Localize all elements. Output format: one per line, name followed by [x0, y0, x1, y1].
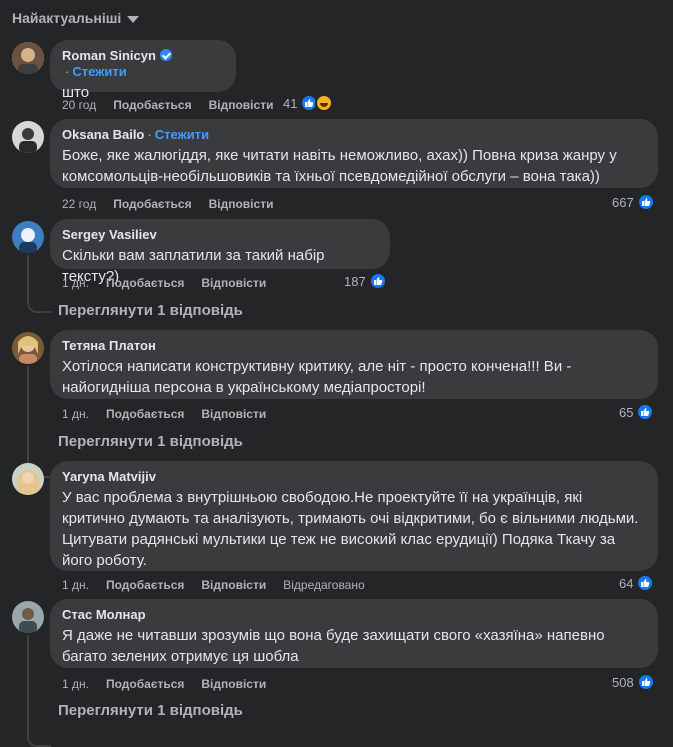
timestamp[interactable]: 1 дн.: [62, 406, 89, 422]
like-button[interactable]: Подобається: [113, 196, 191, 212]
sort-label: Найактуальніші: [12, 10, 122, 26]
haha-reaction-icon: [315, 94, 334, 112]
like-button[interactable]: Подобається: [106, 676, 184, 692]
thread-line: [27, 366, 51, 478]
thread-line: [27, 255, 51, 313]
timestamp[interactable]: 1 дн.: [62, 676, 89, 692]
edited-label[interactable]: Відредаговано: [283, 577, 364, 593]
view-replies-link[interactable]: Переглянути 1 відповідь: [58, 302, 243, 319]
reaction-count: 187: [344, 273, 366, 289]
author-name[interactable]: Yaryna Matvijiv: [62, 469, 156, 484]
comment-actions: 20 год Подобається Відповісти: [62, 97, 273, 113]
author-name[interactable]: Стас Молнар: [62, 607, 146, 622]
avatar[interactable]: [12, 463, 44, 495]
avatar[interactable]: [12, 601, 44, 633]
like-reaction-icon: [636, 193, 655, 211]
reply-button[interactable]: Відповісти: [209, 196, 274, 212]
verified-badge-icon: [159, 49, 172, 61]
comment-bubble: Oksana Bailo · Стежити Боже, яке жалюгіддя…: [50, 119, 658, 188]
reaction-count: 65: [619, 404, 634, 420]
author-name[interactable]: Sergey Vasiliev: [62, 227, 157, 242]
comment-bubble: Sergey Vasiliev Скільки вам заплатили за…: [50, 219, 390, 285]
comment-actions: 1 дн. Подобається Відповісти: [62, 275, 266, 291]
like-reaction-icon: [368, 272, 387, 290]
reactions[interactable]: 65: [619, 403, 655, 421]
comment-bubble: Стас Молнар Я даже не читавши зрозумів щ…: [50, 599, 658, 668]
comment-actions: 22 год Подобається Відповісти: [62, 196, 273, 212]
reaction-count: 41: [283, 95, 298, 111]
reply-button[interactable]: Відповісти: [209, 97, 274, 113]
like-button[interactable]: Подобається: [106, 406, 184, 422]
like-reaction-icon: [636, 574, 655, 592]
reactions[interactable]: 667: [612, 193, 655, 211]
author-name[interactable]: Тетяна Платон: [62, 338, 156, 353]
like-button[interactable]: Подобається: [113, 97, 191, 113]
comment-text: У вас проблема з внутрішньою свободою.Не…: [62, 489, 639, 569]
avatar[interactable]: [12, 221, 44, 253]
comment-actions: 1 дн. Подобається Відповісти Відредагова…: [62, 577, 365, 593]
reply-button[interactable]: Відповісти: [201, 577, 266, 593]
comment-actions: 1 дн. Подобається Відповісти: [62, 676, 266, 692]
follow-link[interactable]: Стежити: [155, 127, 209, 142]
reaction-count: 64: [619, 575, 634, 591]
thread-line: [27, 635, 51, 747]
like-button[interactable]: Подобається: [106, 275, 184, 291]
chevron-down-icon: [127, 15, 140, 23]
avatar[interactable]: [12, 42, 44, 74]
author-name[interactable]: Oksana Bailo: [62, 127, 144, 142]
avatar[interactable]: [12, 121, 44, 153]
reaction-count: 508: [612, 674, 634, 690]
timestamp[interactable]: 1 дн.: [62, 275, 89, 291]
reply-button[interactable]: Відповісти: [201, 275, 266, 291]
like-reaction-icon: [636, 403, 655, 421]
timestamp[interactable]: 20 год: [62, 97, 96, 113]
reactions[interactable]: 508: [612, 673, 655, 691]
reactions[interactable]: 187: [344, 272, 387, 290]
reaction-count: 667: [612, 194, 634, 210]
comment-actions: 1 дн. Подобається Відповісти: [62, 406, 266, 422]
author-name[interactable]: Roman Sinicyn: [62, 48, 156, 63]
comment-text: Боже, яке жалюгіддя, яке читати навіть н…: [62, 147, 617, 185]
reactions[interactable]: 41: [283, 94, 334, 112]
avatar[interactable]: [12, 332, 44, 364]
reply-button[interactable]: Відповісти: [201, 676, 266, 692]
comment-bubble: Roman Sinicyn· Стежити што: [50, 40, 236, 101]
reply-button[interactable]: Відповісти: [201, 406, 266, 422]
reactions[interactable]: 64: [619, 574, 655, 592]
like-button[interactable]: Подобається: [106, 577, 184, 593]
timestamp[interactable]: 22 год: [62, 196, 96, 212]
follow-link[interactable]: Стежити: [72, 64, 126, 79]
comment-bubble: Yaryna Matvijiv У вас проблема з внутріш…: [50, 461, 658, 571]
comment-text: Хотілося написати конструктивну критику,…: [62, 358, 572, 396]
comment-text: Я даже не читавши зрозумів що вона буде …: [62, 627, 605, 665]
view-replies-link[interactable]: Переглянути 1 відповідь: [58, 433, 243, 450]
like-reaction-icon: [636, 673, 655, 691]
sort-dropdown[interactable]: Найактуальніші: [12, 10, 140, 26]
timestamp[interactable]: 1 дн.: [62, 577, 89, 593]
comment-bubble: Тетяна Платон Хотілося написати конструк…: [50, 330, 658, 399]
